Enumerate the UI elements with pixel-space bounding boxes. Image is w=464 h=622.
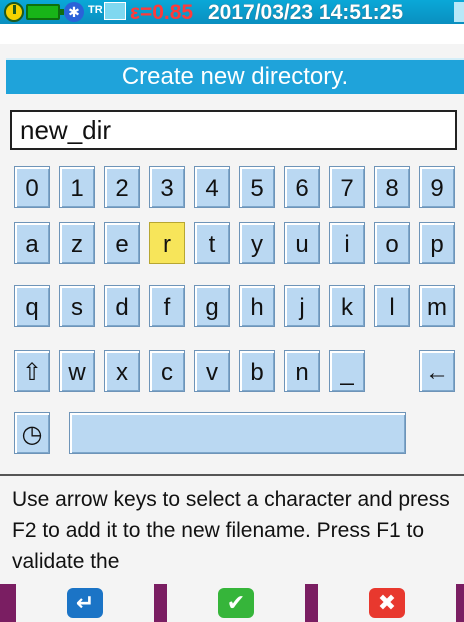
key-e[interactable]: e — [104, 222, 140, 264]
key-y[interactable]: y — [239, 222, 275, 264]
key-g[interactable]: g — [194, 285, 230, 327]
measurement-mode-icon — [104, 2, 126, 20]
key-i[interactable]: i — [329, 222, 365, 264]
check-icon: ✔ — [218, 588, 254, 618]
key-n[interactable]: n — [284, 350, 320, 392]
key-r[interactable]: r — [149, 222, 185, 264]
key-f[interactable]: f — [149, 285, 185, 327]
key-m[interactable]: m — [419, 285, 455, 327]
key-2[interactable]: 2 — [104, 166, 140, 208]
status-end-icon — [454, 2, 464, 22]
dialog-title-bar: Create new directory. — [6, 58, 464, 94]
key-l[interactable]: l — [374, 285, 410, 327]
key-7[interactable]: 7 — [329, 166, 365, 208]
cross-icon: ✖ — [369, 588, 405, 618]
backspace-key[interactable]: ← — [419, 350, 455, 392]
key-w[interactable]: w — [59, 350, 95, 392]
key-9[interactable]: 9 — [419, 166, 455, 208]
key-z[interactable]: z — [59, 222, 95, 264]
key-o[interactable]: o — [374, 222, 410, 264]
key-0[interactable]: 0 — [14, 166, 50, 208]
key-x[interactable]: x — [104, 350, 140, 392]
function-key-bar: ↵ ✔ ✖ — [0, 584, 464, 622]
key-p[interactable]: p — [419, 222, 455, 264]
key-5[interactable]: 5 — [239, 166, 275, 208]
key-d[interactable]: d — [104, 285, 140, 327]
filename-input[interactable]: new_dir — [10, 110, 457, 150]
battery-icon — [26, 4, 64, 20]
help-text: Use arrow keys to select a character and… — [0, 474, 464, 590]
key-v[interactable]: v — [194, 350, 230, 392]
key-u[interactable]: u — [284, 222, 320, 264]
key-j[interactable]: j — [284, 285, 320, 327]
key-a[interactable]: a — [14, 222, 50, 264]
f2-validate-button[interactable]: ✔ — [164, 584, 308, 622]
key-8[interactable]: 8 — [374, 166, 410, 208]
key-s[interactable]: s — [59, 285, 95, 327]
dialog-title: Create new directory. — [121, 63, 349, 90]
key-6[interactable]: 6 — [284, 166, 320, 208]
clock-key[interactable]: ◷ — [14, 412, 50, 454]
f3-cancel-button[interactable]: ✖ — [315, 584, 459, 622]
space-key[interactable] — [69, 412, 406, 454]
status-bar: ✱ TR ε=0.85 2017/03/23 14:51:25 — [0, 0, 464, 44]
key-4[interactable]: 4 — [194, 166, 230, 208]
key-k[interactable]: k — [329, 285, 365, 327]
key-3[interactable]: 3 — [149, 166, 185, 208]
key-t[interactable]: t — [194, 222, 230, 264]
shift-key[interactable]: ⇧ — [14, 350, 50, 392]
key-1[interactable]: 1 — [59, 166, 95, 208]
datetime: 2017/03/23 14:51:25 — [208, 1, 403, 24]
f1-enter-button[interactable]: ↵ — [13, 584, 157, 622]
key-underscore[interactable]: _ — [329, 350, 365, 392]
enter-icon: ↵ — [67, 588, 103, 618]
power-icon — [4, 2, 24, 22]
tr-indicator: TR — [88, 4, 103, 16]
key-h[interactable]: h — [239, 285, 275, 327]
key-c[interactable]: c — [149, 350, 185, 392]
bluetooth-icon: ✱ — [64, 2, 84, 22]
status-bar-top: ✱ TR ε=0.85 2017/03/23 14:51:25 — [0, 0, 464, 24]
key-b[interactable]: b — [239, 350, 275, 392]
emissivity-value: ε=0.85 — [130, 1, 194, 24]
key-q[interactable]: q — [14, 285, 50, 327]
